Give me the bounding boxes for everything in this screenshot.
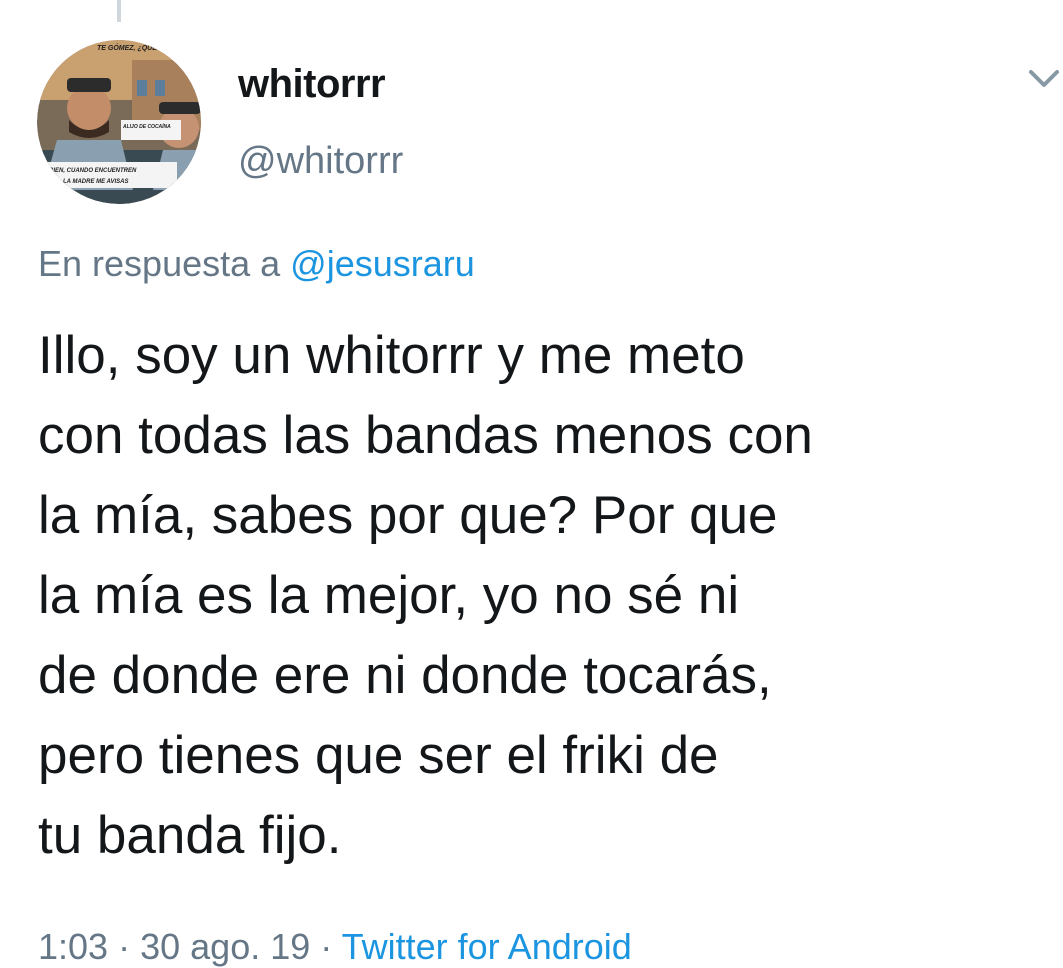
tweet-text-line: con todas las bandas menos con (38, 406, 813, 465)
thread-connector-line (117, 0, 121, 22)
profile-avatar-icon: TE GÓMEZ, ¿QUÉ ALIJO DE COCAÍNA BIEN, CU… (37, 40, 201, 204)
reply-prefix: En respuesta a (38, 243, 281, 284)
meta-separator: · (118, 926, 131, 967)
tweet-text-line: Illo, soy un whitorrr y me meto (38, 326, 745, 385)
user-handle[interactable]: @whitorrr (238, 140, 403, 183)
tweet-text-line: la mía es la mejor, yo no sé ni (38, 566, 740, 625)
avatar-caption-bottom-1: BIEN, CUANDO ENCUENTREN (49, 168, 137, 174)
meta-separator: · (320, 926, 333, 967)
tweet-text-line: tu banda fijo. (38, 806, 342, 865)
avatar[interactable]: TE GÓMEZ, ¿QUÉ ALIJO DE COCAÍNA BIEN, CU… (37, 40, 201, 204)
avatar-caption-bottom-2: LA MADRE ME AVISAS (63, 179, 128, 185)
display-name[interactable]: whitorrr (238, 62, 386, 107)
tweet-metadata: 1:03 · 30 ago. 19 · Twitter for Android (38, 926, 632, 968)
tweet-time[interactable]: 1:03 (38, 926, 108, 967)
tweet-text-line: de donde ere ni donde tocarás, (38, 646, 772, 705)
avatar-caption-top: TE GÓMEZ, ¿QUÉ (97, 43, 157, 52)
tweet-source-link[interactable]: Twitter for Android (342, 926, 632, 967)
tweet-date[interactable]: 30 ago. 19 (140, 926, 310, 967)
tweet-text-line: la mía, sabes por que? Por que (38, 486, 778, 545)
tweet-text-line: pero tienes que ser el friki de (38, 726, 719, 785)
reply-context: En respuesta a @jesusraru (38, 243, 475, 285)
chevron-down-icon[interactable] (1028, 68, 1060, 90)
reply-mention-link[interactable]: @jesusraru (290, 243, 475, 284)
avatar-caption-badge: ALIJO DE COCAÍNA (122, 123, 171, 130)
tweet-text: Illo, soy un whitorrr y me meto con toda… (38, 316, 1048, 876)
